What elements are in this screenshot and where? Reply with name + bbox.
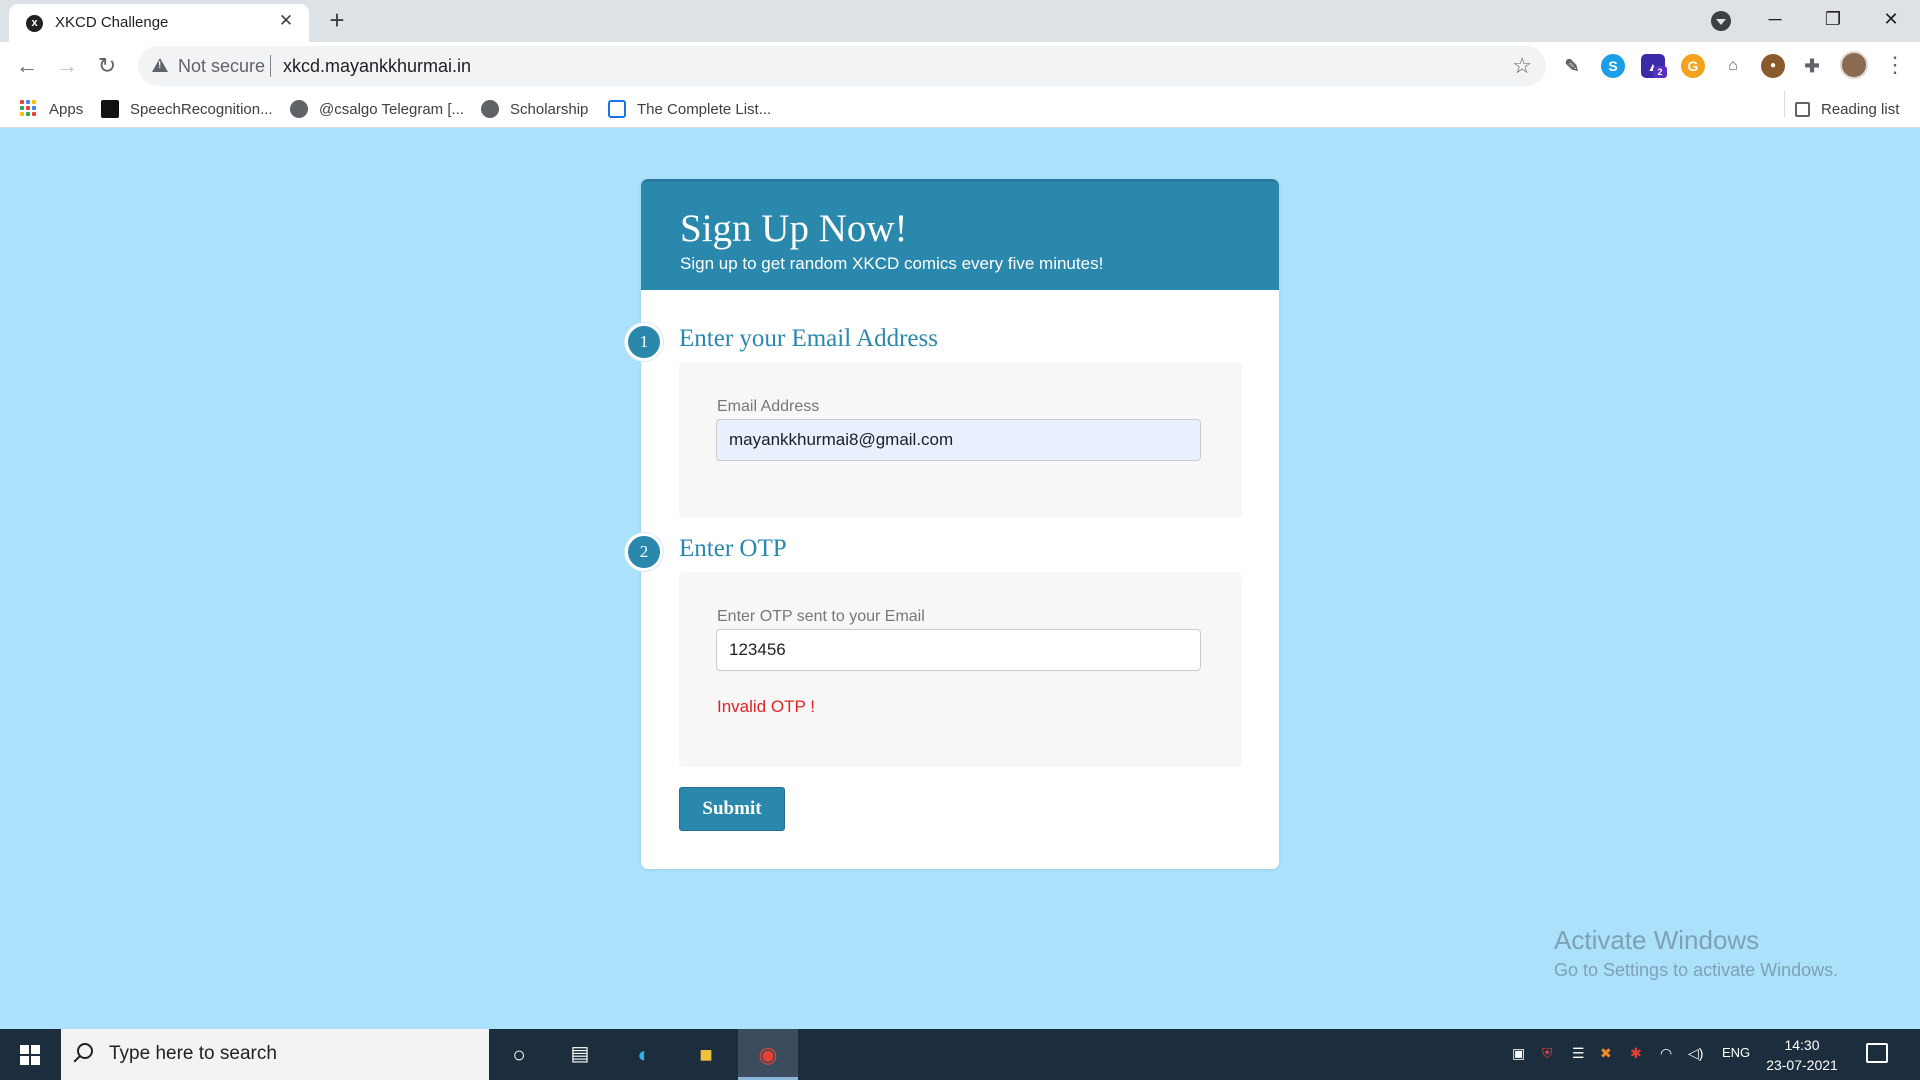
tab-title: XKCD Challenge	[55, 14, 169, 31]
reading-list-icon	[1795, 101, 1810, 117]
bookmarks-bar: Apps SpeechRecognition... @csalgo Telegr…	[0, 90, 1920, 128]
otp-error-message: Invalid OTP !	[717, 697, 815, 716]
step-1-number: 1	[625, 323, 663, 361]
clock-date: 23-07-2021	[1766, 1057, 1838, 1073]
tray-xampp-icon[interactable]: ✖	[1600, 1045, 1612, 1062]
bookmark-speechrecognition[interactable]: SpeechRecognition...	[101, 98, 273, 120]
maximize-button[interactable]: ❐	[1810, 4, 1856, 34]
globe-icon	[481, 100, 499, 118]
bookmarks-divider	[1784, 91, 1785, 117]
bookmark-apps[interactable]: Apps	[20, 98, 83, 120]
email-label: Email Address	[717, 398, 820, 415]
skype-extension-icon[interactable]: S	[1601, 54, 1625, 78]
window-close-button[interactable]: ✕	[1868, 4, 1914, 34]
tab-strip: x XKCD Challenge ✕ + ─ ❐ ✕	[0, 0, 1920, 42]
cortana-icon[interactable]: ○	[489, 1029, 549, 1080]
globe-icon	[290, 100, 308, 118]
tab-favicon-icon: x	[26, 15, 43, 32]
step-2-number: 2	[625, 533, 663, 571]
edge-icon[interactable]: ◐	[614, 1029, 674, 1080]
omnibox-divider	[270, 55, 271, 77]
submit-button[interactable]: Submit	[679, 787, 785, 831]
minimize-button[interactable]: ─	[1752, 4, 1798, 34]
tray-shield-icon[interactable]: ⛨	[1542, 1045, 1553, 1062]
language-indicator[interactable]: ENG	[1722, 1045, 1750, 1060]
profile-avatar[interactable]	[1840, 51, 1868, 79]
browser-tab-active[interactable]: x XKCD Challenge ✕	[9, 4, 309, 42]
tray-app-icon[interactable]: ▣	[1512, 1045, 1525, 1062]
notification-icon[interactable]	[1866, 1043, 1888, 1063]
task-view-icon[interactable]: ▤	[550, 1029, 610, 1080]
warning-icon[interactable]	[152, 58, 168, 72]
tab-close-icon[interactable]: ✕	[275, 10, 297, 32]
mortarboard-extension-icon[interactable]: ▲ 2	[1641, 54, 1667, 78]
volume-icon[interactable]: ◁)	[1688, 1045, 1703, 1062]
page-title: Sign Up Now!	[680, 207, 908, 250]
bookmark-scholarship[interactable]: Scholarship	[481, 98, 588, 120]
tab-search-icon[interactable]	[1711, 11, 1731, 31]
step-2-heading: Enter OTP	[679, 535, 787, 562]
menu-kebab-icon[interactable]: ⋮	[1884, 52, 1906, 80]
chrome-taskbar-icon[interactable]: ◉	[738, 1029, 798, 1080]
browser-toolbar: ← → ↻ Not secure xkcd.mayankkhurmai.in ☆…	[0, 42, 1920, 90]
bookmark-star-icon[interactable]: ☆	[1512, 53, 1532, 79]
bookmark-favicon-icon	[101, 100, 119, 118]
windows-taskbar: Type here to search ○ ▤ ◐ ■ ◉ ▣ ⛨ ☰ ✖ ✱ …	[0, 1029, 1920, 1080]
url-text[interactable]: xkcd.mayankkhurmai.in	[283, 56, 471, 77]
taskbar-search-box[interactable]: Type here to search	[61, 1029, 489, 1080]
bookmark-complete-list[interactable]: The Complete List...	[608, 98, 771, 120]
new-tab-button[interactable]: +	[322, 6, 352, 36]
page-subtitle: Sign up to get random XKCD comics every …	[680, 254, 1104, 273]
otp-field[interactable]	[716, 629, 1201, 671]
grammarly-extension-icon[interactable]: G	[1681, 54, 1705, 78]
reload-icon[interactable]: ↻	[91, 50, 123, 82]
address-bar[interactable]: Not secure xkcd.mayankkhurmai.in ☆	[138, 46, 1546, 86]
bookmark-csalgo-telegram[interactable]: @csalgo Telegram [...	[290, 98, 464, 120]
bookmark-label: @csalgo Telegram [...	[319, 100, 465, 118]
activate-windows-title: Activate Windows	[1554, 925, 1760, 955]
file-explorer-icon[interactable]: ■	[676, 1029, 736, 1080]
cast-icon[interactable]: ⌂	[1721, 54, 1745, 78]
signup-card: Sign Up Now! Sign up to get random XKCD …	[625, 179, 1279, 869]
clock-time: 14:30	[1784, 1037, 1820, 1053]
eyedropper-extension-icon[interactable]: ✎	[1560, 54, 1584, 78]
start-windows-icon[interactable]	[20, 1045, 40, 1065]
forward-arrow-icon[interactable]: →	[51, 50, 83, 82]
reading-list-label: Reading list	[1821, 100, 1900, 118]
security-label[interactable]: Not secure	[178, 56, 265, 77]
bookmark-label: Apps	[49, 100, 84, 118]
activate-windows-subtitle: Go to Settings to activate Windows.	[1554, 960, 1839, 980]
email-field[interactable]	[716, 419, 1201, 461]
reading-list-button[interactable]: Reading list	[1795, 98, 1899, 120]
bookmark-label: Scholarship	[510, 100, 589, 118]
extension-badge: 2	[1653, 66, 1667, 78]
extensions-puzzle-icon[interactable]: ✚	[1800, 54, 1824, 78]
clock[interactable]: 14:30 23-07-2021	[1752, 1035, 1852, 1075]
signup-header: Sign Up Now! Sign up to get random XKCD …	[641, 179, 1279, 290]
step-1-heading: Enter your Email Address	[679, 325, 938, 352]
search-icon	[77, 1043, 93, 1059]
back-arrow-icon[interactable]: ←	[11, 50, 43, 82]
tray-notes-icon[interactable]: ☰	[1572, 1045, 1585, 1062]
bookmark-label: The Complete List...	[637, 100, 772, 118]
cookie-extension-icon[interactable]: ●	[1761, 54, 1785, 78]
bookmark-label: SpeechRecognition...	[130, 100, 273, 118]
email-panel: Email Address	[679, 362, 1242, 518]
wifi-icon[interactable]: ◠	[1660, 1045, 1672, 1062]
lock-favicon-icon	[608, 100, 626, 118]
otp-label: Enter OTP sent to your Email	[717, 608, 925, 625]
tray-dots-icon[interactable]: ✱	[1630, 1045, 1642, 1062]
otp-panel: Enter OTP sent to your Email Invalid OTP…	[679, 572, 1242, 767]
taskbar-search-placeholder: Type here to search	[109, 1043, 277, 1064]
apps-grid-icon	[20, 100, 38, 118]
